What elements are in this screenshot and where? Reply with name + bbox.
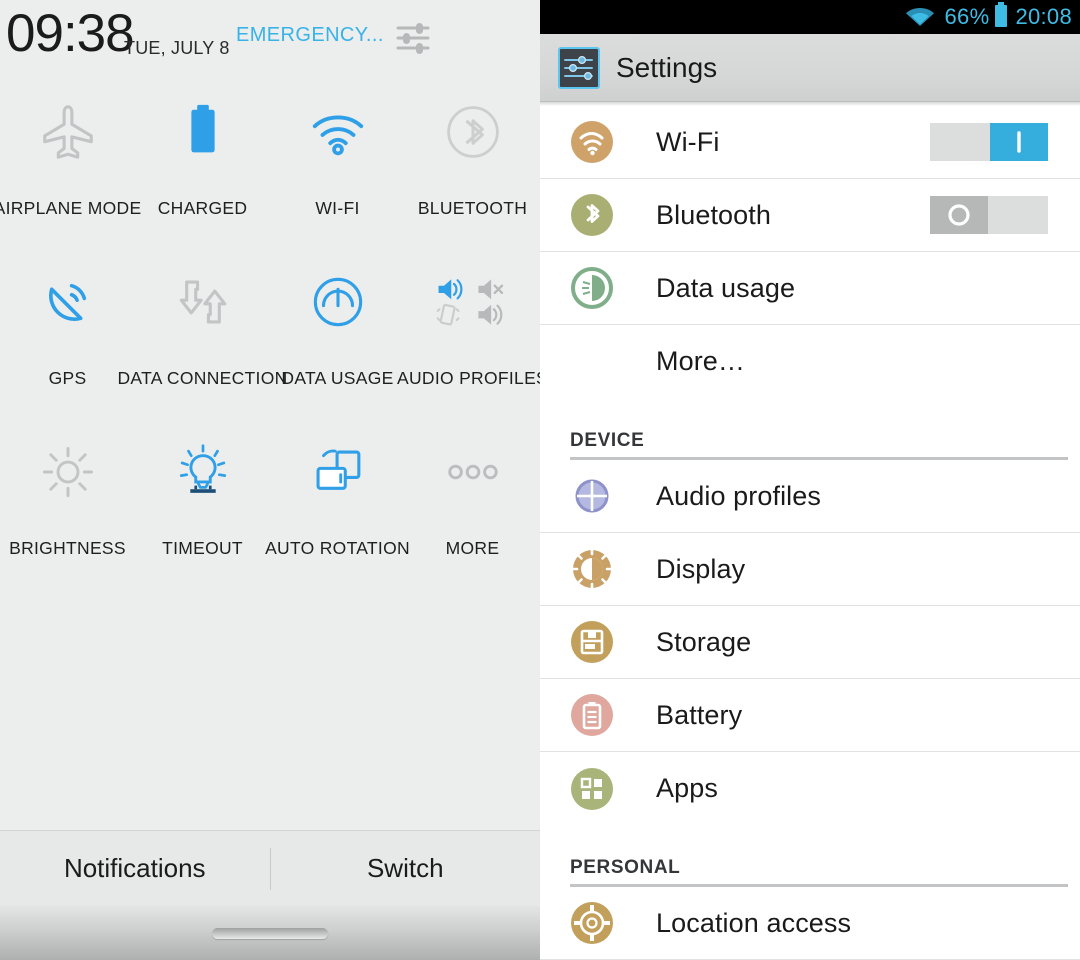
app-header: Settings: [540, 34, 1080, 102]
tile-data-usage[interactable]: DATA USAGE: [270, 258, 405, 398]
date-label: TUE, JULY 8: [124, 38, 230, 58]
wifi-toggle[interactable]: [930, 123, 1048, 161]
settings-row-label: Battery: [656, 699, 743, 730]
settings-row-label: Wi-Fi: [656, 126, 720, 157]
audio-profiles-grid-icon: [405, 266, 540, 338]
notifications-button[interactable]: Notifications: [0, 853, 270, 884]
tile-brightness[interactable]: BRIGHTNESS: [0, 428, 135, 568]
tile-audio-profiles[interactable]: AUDIO PROFILES: [397, 258, 540, 398]
settings-row-label: Audio profiles: [656, 480, 821, 511]
screen-root: 09:38 TUE, JULY 8 EMERGENCY... AIRPLANE …: [0, 0, 1080, 960]
tile-label: AIRPLANE MODE: [0, 198, 142, 218]
settings-row-bluetooth[interactable]: Bluetooth: [540, 179, 1080, 252]
switch-button[interactable]: Switch: [271, 853, 541, 884]
settings-row-label: More…: [656, 346, 746, 376]
tile-label: TIMEOUT: [162, 538, 243, 558]
quick-settings-grid: AIRPLANE MODE CHARGED WI-FI BLUETOOTH GP…: [0, 88, 540, 598]
settings-row-label: Storage: [656, 626, 752, 657]
quick-settings-header: 09:38 TUE, JULY 8 EMERGENCY...: [0, 0, 540, 78]
section-title: PERSONAL: [570, 857, 681, 878]
settings-row-wifi[interactable]: Wi-Fi: [540, 106, 1080, 179]
tile-timeout[interactable]: TIMEOUT: [135, 428, 270, 568]
bluetooth-icon: [570, 193, 614, 237]
lightbulb-icon: [135, 436, 270, 508]
tile-label: BRIGHTNESS: [9, 538, 126, 558]
settings-list: Wi-Fi Bluetooth Data usage More… DEVICE …: [540, 106, 1080, 960]
section-title: DEVICE: [570, 430, 645, 451]
quick-settings-row: AIRPLANE MODE CHARGED WI-FI BLUETOOTH: [0, 88, 540, 258]
settings-row-location-access[interactable]: Location access: [540, 887, 1080, 960]
speedometer-icon: [270, 266, 405, 338]
tile-gps[interactable]: GPS: [0, 258, 135, 398]
tile-wifi[interactable]: WI-FI: [270, 88, 405, 228]
wifi-icon: [570, 120, 614, 164]
quick-settings-footer: Notifications Switch: [0, 830, 540, 906]
tile-auto-rotation[interactable]: AUTO ROTATION: [265, 428, 410, 568]
settings-row-storage[interactable]: Storage: [540, 606, 1080, 679]
tile-airplane-mode[interactable]: AIRPLANE MODE: [0, 88, 141, 228]
tile-label: DATA CONNECTION: [117, 368, 288, 388]
wifi-icon: [905, 4, 935, 31]
status-bar: 66% 20:08: [540, 0, 1080, 34]
three-dots-icon: [405, 436, 540, 508]
storage-icon: [570, 620, 614, 664]
tile-label: MORE: [445, 538, 500, 558]
settings-app-panel: 66% 20:08 Settings Wi-Fi Bluetooth Data …: [540, 0, 1080, 960]
audio-profiles-crosshair-icon: [570, 474, 614, 518]
quick-settings-row: BRIGHTNESS TIMEOUT AUTO ROTATION MORE: [0, 428, 540, 598]
data-usage-pie-icon: [570, 266, 614, 310]
bluetooth-toggle[interactable]: [930, 196, 1048, 234]
settings-row-label: Location access: [656, 907, 852, 938]
quick-settings-panel: 09:38 TUE, JULY 8 EMERGENCY... AIRPLANE …: [0, 0, 540, 960]
emergency-link[interactable]: EMERGENCY...: [236, 24, 384, 47]
settings-sliders-icon: [558, 46, 600, 89]
page-title: Settings: [616, 51, 718, 83]
icon-placeholder: [570, 340, 614, 384]
shade-drag-area[interactable]: [0, 906, 540, 960]
tile-bluetooth[interactable]: BLUETOOTH: [405, 88, 540, 228]
location-target-icon: [570, 901, 614, 945]
battery-icon: [993, 1, 1009, 33]
tile-label: DATA USAGE: [281, 368, 394, 388]
sliders-icon[interactable]: [393, 18, 433, 58]
settings-row-label: Display: [656, 553, 746, 584]
tile-label: CHARGED: [157, 198, 248, 218]
data-sync-arrows-icon: [135, 266, 270, 338]
tile-charged[interactable]: CHARGED: [135, 88, 270, 228]
section-header-device: DEVICE: [540, 398, 1080, 460]
tile-label: AUDIO PROFILES: [396, 368, 540, 388]
quick-settings-row: GPS DATA CONNECTION DATA USAGE AUDIO PRO…: [0, 258, 540, 428]
wifi-icon: [270, 96, 405, 168]
section-header-personal: PERSONAL: [540, 825, 1080, 887]
settings-row-label: Bluetooth: [656, 199, 771, 230]
settings-row-apps[interactable]: Apps: [540, 752, 1080, 825]
clock: 09:38: [6, 4, 135, 63]
battery-percent: 66%: [944, 4, 990, 29]
status-clock: 20:08: [1015, 4, 1072, 29]
battery-icon: [135, 96, 270, 168]
settings-row-more[interactable]: More…: [540, 325, 1080, 398]
settings-row-label: Apps: [656, 773, 718, 803]
settings-row-display[interactable]: Display: [540, 533, 1080, 606]
auto-rotate-icon: [270, 436, 405, 508]
airplane-icon: [0, 96, 135, 168]
tile-label: BLUETOOTH: [417, 198, 528, 218]
settings-row-data-usage[interactable]: Data usage: [540, 252, 1080, 325]
display-sun-icon: [570, 547, 614, 591]
settings-row-battery[interactable]: Battery: [540, 679, 1080, 752]
gps-satellite-icon: [0, 266, 135, 338]
tile-label: AUTO ROTATION: [265, 538, 410, 558]
bluetooth-icon: [405, 96, 540, 168]
apps-grid-icon: [570, 767, 614, 811]
tile-data-connection[interactable]: DATA CONNECTION: [117, 258, 287, 398]
shade-drag-handle[interactable]: [212, 927, 328, 939]
tile-label: GPS: [48, 368, 87, 388]
sun-icon: [0, 436, 135, 508]
battery-icon: [570, 693, 614, 737]
settings-row-label: Data usage: [656, 272, 796, 303]
tile-more[interactable]: MORE: [405, 428, 540, 568]
settings-row-audio-profiles[interactable]: Audio profiles: [540, 460, 1080, 533]
tile-label: WI-FI: [315, 198, 360, 218]
